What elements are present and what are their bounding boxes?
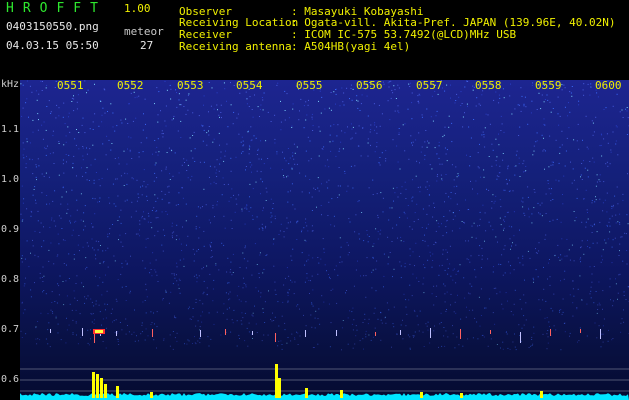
meteor-count: 27 [140,39,154,52]
x-tick-0557: 0557 [416,79,443,92]
x-tick-0552: 0552 [117,79,144,92]
x-tick-0551: 0551 [57,79,84,92]
y-tick-0-8: 0.8 [1,274,20,285]
app-title: HROFFT [6,1,107,16]
app-version: 1.00 [124,2,151,15]
spectrogram-canvas [20,80,629,400]
frequency-axis: kHz 1.1 1.0 0.9 0.8 0.7 0.6 [0,80,20,400]
filename-label: 0403150550.png [6,20,99,33]
y-tick-1-0: 1.0 [1,174,20,185]
x-tick-0556: 0556 [356,79,383,92]
info-value-antenna: : A504HB(yagi 4el) [291,40,411,53]
x-tick-0559: 0559 [535,79,562,92]
info-key-antenna: Receiving antenna [179,40,292,53]
x-tick-0558: 0558 [475,79,502,92]
x-tick-0600: 0600 [595,79,622,92]
y-tick-0-6: 0.6 [1,374,20,385]
x-tick-0554: 0554 [236,79,263,92]
spectrogram-plot [20,80,629,400]
y-tick-0-7: 0.7 [1,324,20,335]
header-panel: HROFFT 1.00 0403150550.png meteor 04.03.… [0,0,629,80]
y-tick-0-9: 0.9 [1,224,20,235]
y-unit-label: kHz [1,79,20,90]
x-tick-0555: 0555 [296,79,323,92]
timestamp-label: 04.03.15 05:50 [6,39,99,52]
y-tick-1-1: 1.1 [1,124,20,135]
meteor-label: meteor [124,25,164,38]
x-tick-0553: 0553 [177,79,204,92]
